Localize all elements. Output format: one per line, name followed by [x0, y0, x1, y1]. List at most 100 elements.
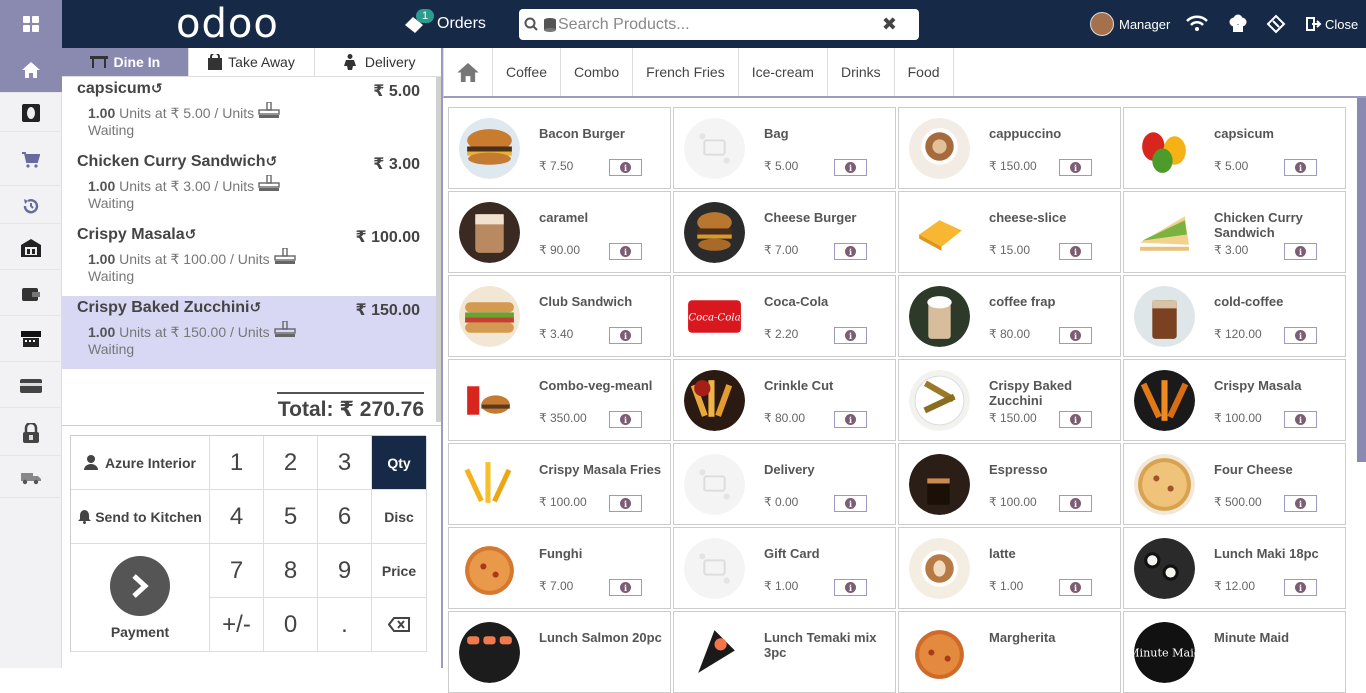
product-card[interactable]: Coca-Cola Coca-Cola ₹ 2.20 i [673, 275, 896, 357]
product-card[interactable]: cold-coffee ₹ 120.00 i [1123, 275, 1346, 357]
chef-hat-icon[interactable] [1228, 0, 1248, 48]
product-card[interactable]: Club Sandwich ₹ 3.40 i [448, 275, 671, 357]
product-info-button[interactable]: i [609, 411, 642, 428]
customer-button[interactable]: Azure Interior [71, 436, 210, 490]
product-card[interactable]: Bacon Burger ₹ 7.50 i [448, 107, 671, 189]
product-info-button[interactable]: i [1059, 327, 1092, 344]
apps-menu-button[interactable] [0, 0, 62, 48]
product-info-button[interactable]: i [1284, 327, 1317, 344]
wifi-icon[interactable] [1186, 0, 1208, 48]
product-card[interactable]: Combo-veg-meanl ₹ 350.00 i [448, 359, 671, 441]
home-nav[interactable] [0, 48, 62, 93]
product-info-button[interactable]: i [1284, 579, 1317, 596]
tab-dine-in[interactable]: Dine In [62, 48, 189, 76]
numpad-key-8[interactable]: 8 [264, 544, 318, 598]
product-info-button[interactable]: i [834, 243, 867, 260]
warehouse-nav[interactable] [0, 226, 62, 270]
category-french-fries[interactable]: French Fries [633, 48, 739, 96]
numpad-key-7[interactable]: 7 [210, 544, 264, 598]
category-drinks[interactable]: Drinks [828, 48, 895, 96]
product-card[interactable]: Delivery ₹ 0.00 i [673, 443, 896, 525]
product-card[interactable]: Espresso ₹ 100.00 i [898, 443, 1121, 525]
product-card[interactable]: Crispy Masala ₹ 100.00 i [1123, 359, 1346, 441]
product-card[interactable]: Four Cheese ₹ 500.00 i [1123, 443, 1346, 525]
card-nav[interactable] [0, 364, 62, 408]
tab-take-away[interactable]: Take Away [189, 48, 316, 76]
product-card[interactable]: Gift Card ₹ 1.00 i [673, 527, 896, 609]
product-card[interactable]: Cheese Burger ₹ 7.00 i [673, 191, 896, 273]
orderlines-list[interactable]: capsicum↺ ₹ 5.00 1.00 Units at ₹ 5.00 / … [62, 77, 441, 422]
product-info-button[interactable]: i [834, 495, 867, 512]
product-card[interactable]: Lunch Maki 18pc ₹ 12.00 i [1123, 527, 1346, 609]
product-card[interactable]: Lunch Salmon 20pc [448, 611, 671, 693]
product-info-button[interactable]: i [1059, 495, 1092, 512]
price-mode-button[interactable]: Price [372, 544, 427, 598]
product-card[interactable]: Lunch Temaki mix 3pc [673, 611, 896, 693]
product-info-button[interactable]: i [609, 579, 642, 596]
product-info-button[interactable]: i [609, 495, 642, 512]
product-card[interactable]: Crinkle Cut ₹ 80.00 i [673, 359, 896, 441]
cash-register-nav[interactable] [0, 318, 62, 362]
category-coffee[interactable]: Coffee [493, 48, 561, 96]
product-card[interactable]: Crispy Masala Fries ₹ 100.00 i [448, 443, 671, 525]
product-info-button[interactable]: i [1059, 159, 1092, 176]
numpad-key-2[interactable]: 2 [264, 436, 318, 490]
product-info-button[interactable]: i [834, 327, 867, 344]
orders-button[interactable]: 1 Orders [403, 8, 486, 40]
product-card[interactable]: capsicum ₹ 5.00 i [1123, 107, 1346, 189]
product-card[interactable]: caramel ₹ 90.00 i [448, 191, 671, 273]
tab-delivery[interactable]: Delivery [315, 48, 441, 76]
send-to-kitchen-button[interactable]: Send to Kitchen [71, 490, 210, 544]
product-card[interactable]: coffee frap ₹ 80.00 i [898, 275, 1121, 357]
numpad-key-9[interactable]: 9 [318, 544, 372, 598]
close-button[interactable]: Close [1306, 0, 1358, 48]
clear-search-icon[interactable]: ✖ [882, 14, 897, 35]
product-info-button[interactable]: i [609, 327, 642, 344]
product-card[interactable]: cappuccino ₹ 150.00 i [898, 107, 1121, 189]
user-menu[interactable]: Manager [1090, 0, 1170, 48]
product-card[interactable]: Margherita [898, 611, 1121, 693]
orderline[interactable]: capsicum↺ ₹ 5.00 1.00 Units at ₹ 5.00 / … [62, 77, 436, 150]
wallet-nav[interactable] [0, 272, 62, 316]
category-ice-cream[interactable]: Ice-cream [739, 48, 828, 96]
product-card[interactable]: Crispy Baked Zucchini ₹ 150.00 i [898, 359, 1121, 441]
product-info-button[interactable]: i [1284, 243, 1317, 260]
product-info-button[interactable]: i [1284, 495, 1317, 512]
numpad-key-3[interactable]: 3 [318, 436, 372, 490]
numpad-key-1[interactable]: 1 [210, 436, 264, 490]
product-info-button[interactable]: i [834, 411, 867, 428]
product-card[interactable]: Funghi ₹ 7.00 i [448, 527, 671, 609]
product-info-button[interactable]: i [1284, 411, 1317, 428]
cart-nav[interactable] [0, 134, 62, 186]
qty-mode-button[interactable]: Qty [372, 436, 427, 490]
numpad-key-decimal[interactable]: . [318, 598, 372, 652]
category-combo[interactable]: Combo [561, 48, 634, 96]
numpad-key-6[interactable]: 6 [318, 490, 372, 544]
orderline[interactable]: Crispy Masala↺ ₹ 100.00 1.00 Units at ₹ … [62, 223, 436, 296]
history-nav[interactable] [0, 188, 62, 224]
scrollbar[interactable] [1357, 98, 1366, 462]
disc-mode-button[interactable]: Disc [372, 490, 427, 544]
product-info-button[interactable]: i [1059, 411, 1092, 428]
product-info-button[interactable]: i [609, 243, 642, 260]
numpad-key-0[interactable]: 0 [264, 598, 318, 652]
product-info-button[interactable]: i [1059, 579, 1092, 596]
product-info-button[interactable]: i [1284, 159, 1317, 176]
ticket-icon[interactable] [1266, 0, 1286, 48]
search-input[interactable] [558, 9, 882, 40]
product-card[interactable]: Chicken Curry Sandwich ₹ 3.00 i [1123, 191, 1346, 273]
product-info-button[interactable]: i [609, 159, 642, 176]
product-info-button[interactable]: i [834, 579, 867, 596]
truck-nav[interactable] [0, 458, 62, 498]
product-card[interactable]: cheese-slice ₹ 15.00 i [898, 191, 1121, 273]
backspace-button[interactable] [372, 598, 427, 652]
product-info-button[interactable]: i [1059, 243, 1092, 260]
product-card[interactable]: Bag ₹ 5.00 i [673, 107, 896, 189]
orderline-selected[interactable]: Crispy Baked Zucchini↺ ₹ 150.00 1.00 Uni… [62, 296, 436, 369]
product-card[interactable]: latte ₹ 1.00 i [898, 527, 1121, 609]
home-category-button[interactable] [444, 48, 493, 96]
lock-nav[interactable] [0, 410, 62, 456]
orderline[interactable]: Chicken Curry Sandwich↺ ₹ 3.00 1.00 Unit… [62, 150, 436, 223]
orders-nav[interactable] [0, 95, 62, 132]
category-food[interactable]: Food [895, 48, 954, 96]
